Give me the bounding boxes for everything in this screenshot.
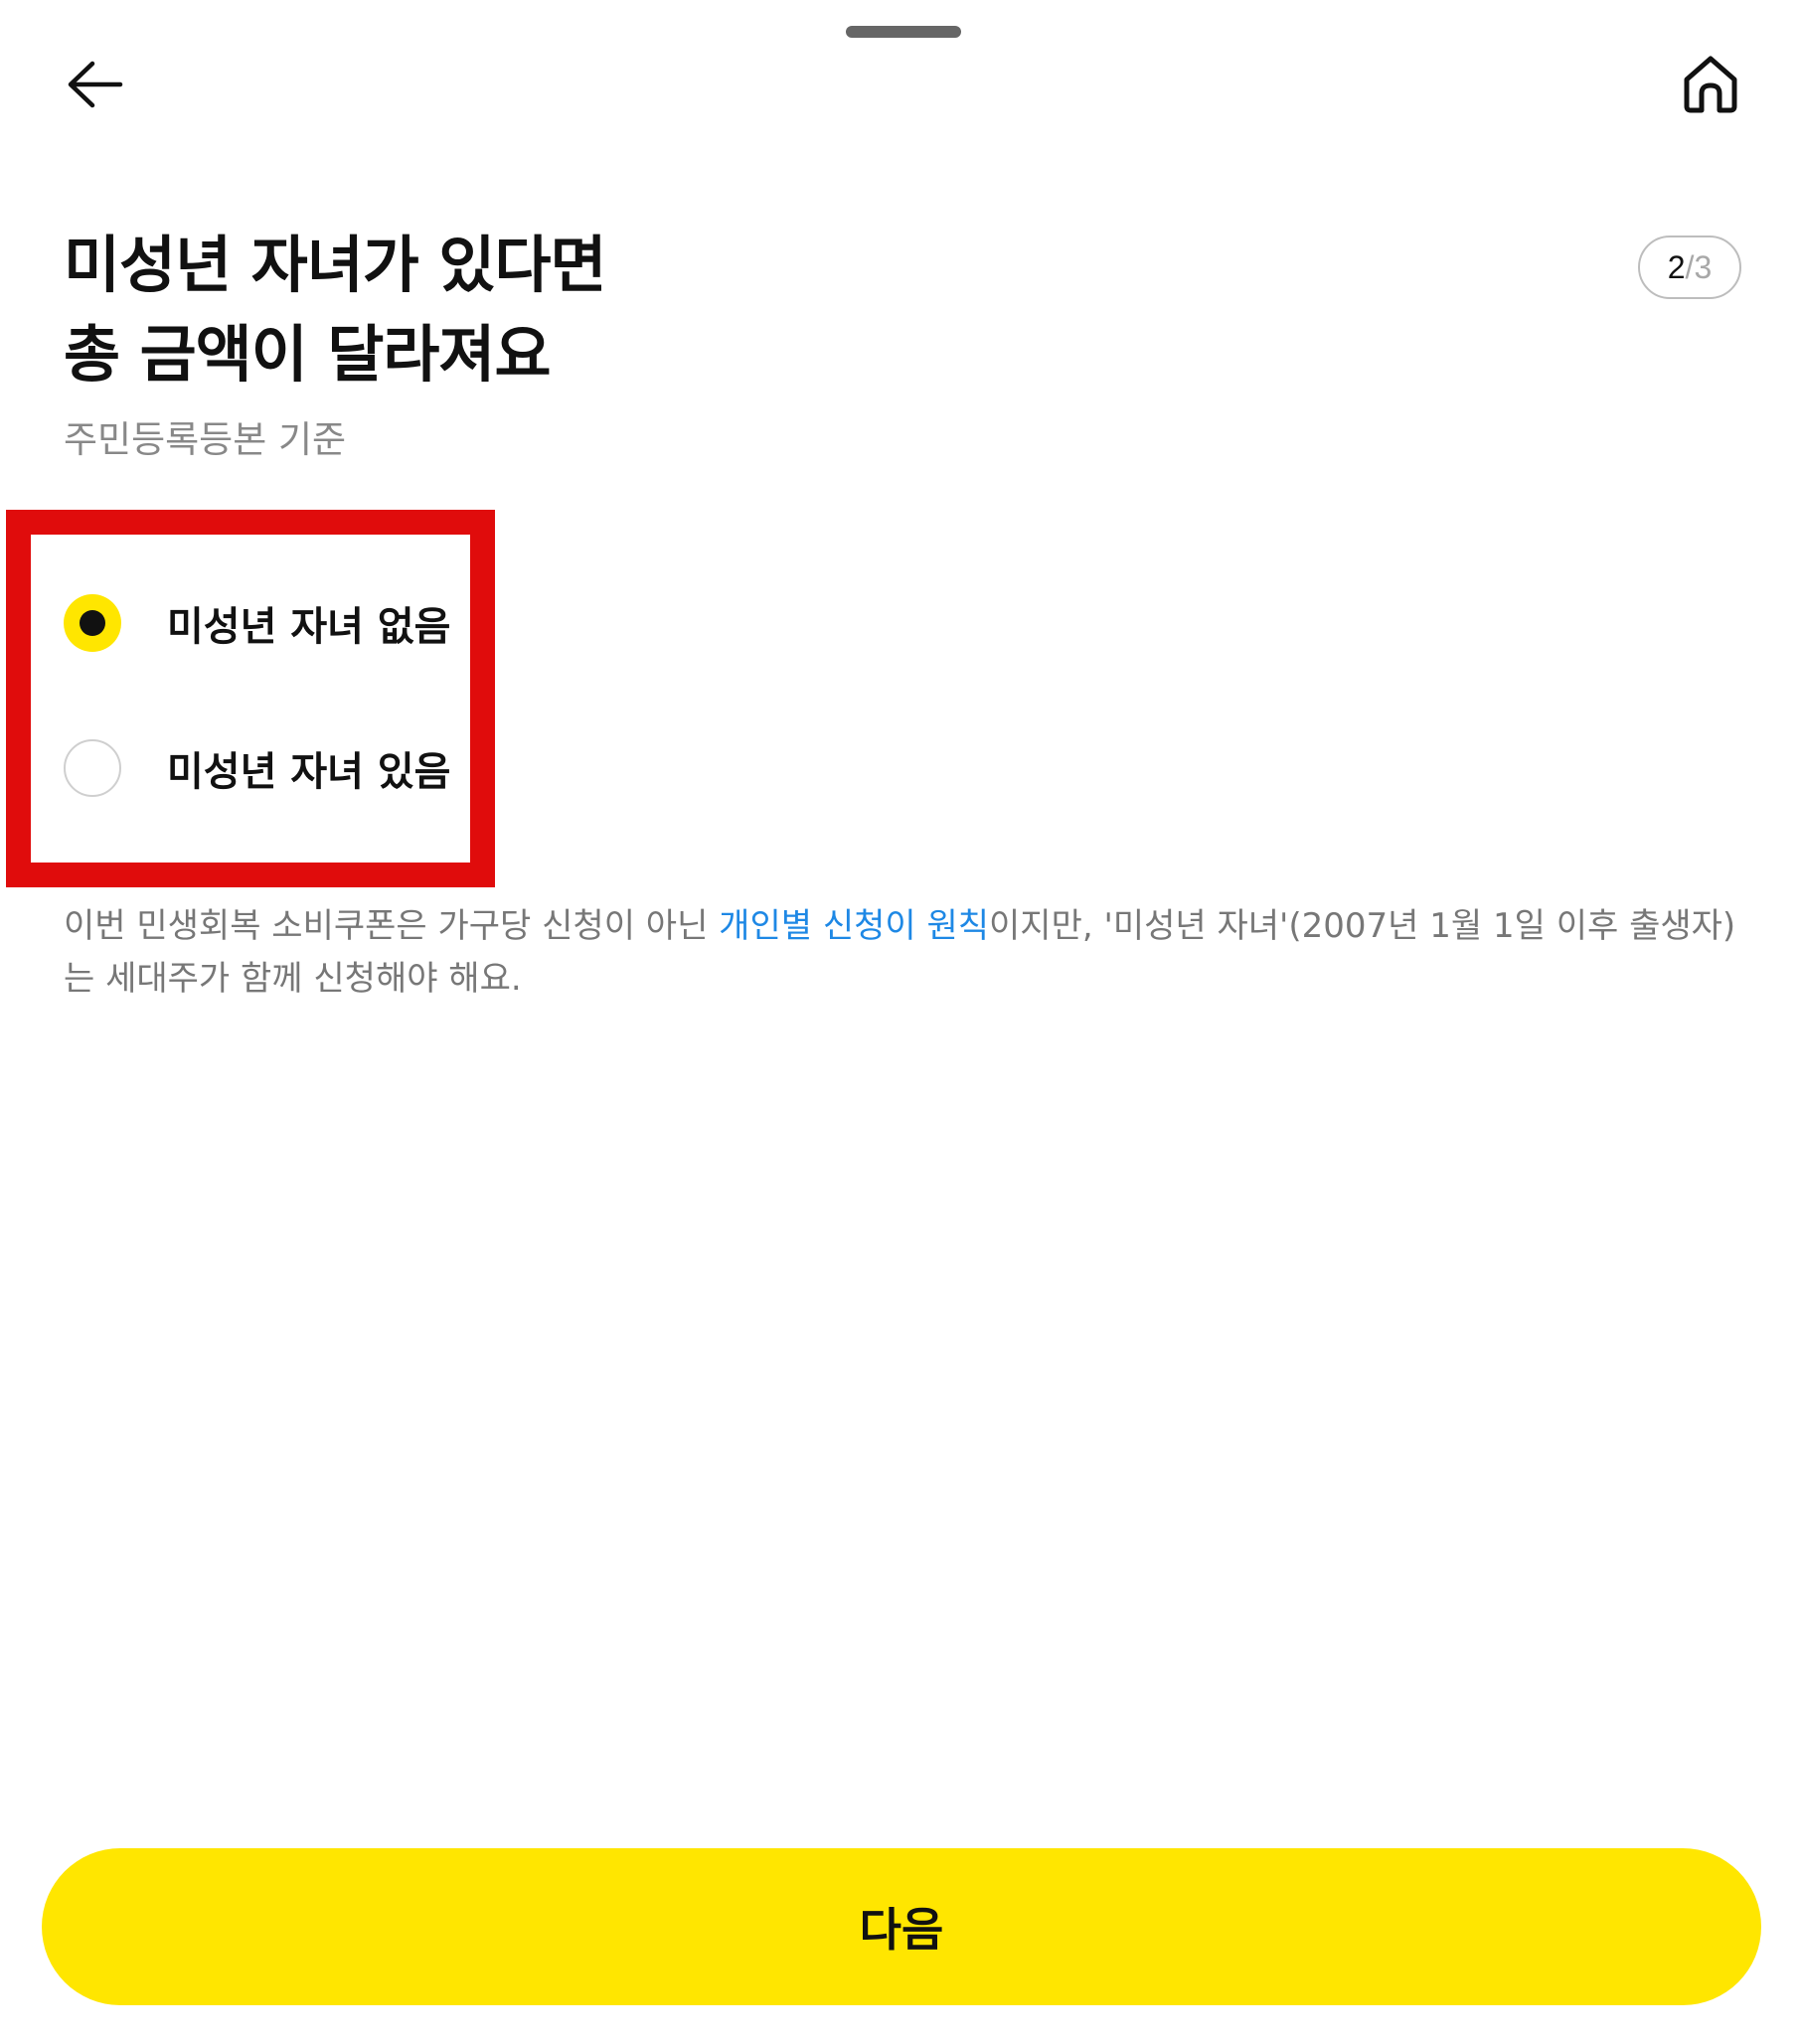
drag-handle[interactable]	[846, 26, 961, 38]
notice-link[interactable]: 개인별 신청이 원칙	[719, 906, 989, 946]
step-indicator: 2/3	[1638, 236, 1741, 299]
option-no-minor-children[interactable]: 미성년 자녀 없음	[64, 588, 450, 658]
home-button[interactable]	[1668, 44, 1753, 125]
page-title: 미성년 자녀가 있다면 총 금액이 달라져요	[64, 221, 958, 399]
option-has-minor-children[interactable]: 미성년 자녀 있음	[64, 733, 450, 803]
step-total: 3	[1694, 248, 1713, 285]
back-button[interactable]	[52, 44, 137, 125]
home-icon	[1684, 56, 1737, 113]
option-label: 미성년 자녀 없음	[167, 604, 451, 650]
page-subtitle: 주민등록등본 기준	[64, 418, 347, 461]
option-label: 미성년 자녀 있음	[167, 749, 451, 795]
page-title-line-1: 미성년 자녀가 있다면	[64, 229, 607, 301]
radio-button-unselected[interactable]	[64, 739, 121, 797]
step-separator: /	[1685, 248, 1695, 285]
page-title-line-2: 총 금액이 달라져요	[64, 318, 552, 391]
notice-text: 이번 민생회복 소비쿠폰은 가구당 신청이 아닌 개인별 신청이 원칙이지만, …	[64, 900, 1743, 1006]
next-button[interactable]: 다음	[42, 1848, 1761, 2005]
highlight-box	[6, 510, 495, 887]
arrow-left-icon	[68, 61, 123, 108]
radio-button-selected[interactable]	[64, 594, 121, 652]
radio-dot	[80, 610, 105, 636]
notice-text-before: 이번 민생회복 소비쿠폰은 가구당 신청이 아닌	[64, 906, 720, 946]
step-current: 2	[1667, 248, 1686, 285]
